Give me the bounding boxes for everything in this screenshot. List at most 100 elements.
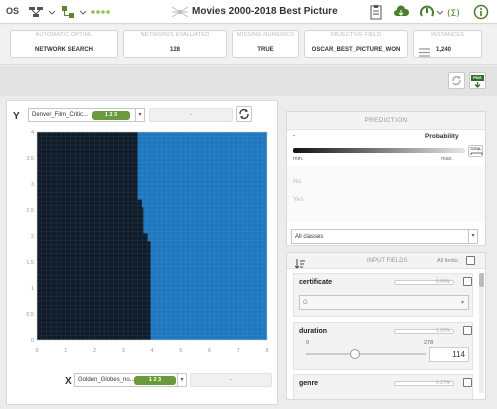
clipboard-icon[interactable] — [368, 4, 384, 20]
field-checkbox[interactable] — [463, 378, 472, 387]
x-field-name: Golden_Globes_no... — [78, 377, 135, 383]
metric-label: MISSING NUMERICS — [236, 32, 295, 38]
heatmap-chart[interactable]: 0 1 2 3 4 5 6 7 8 0 0.5 1 1.5 2 2.5 3 3.5 4 — [7, 101, 279, 371]
field-name: certificate — [299, 279, 333, 286]
png-label: PNG — [473, 75, 482, 80]
field-checkbox[interactable] — [463, 277, 472, 286]
download-cloud-icon[interactable] — [393, 4, 410, 20]
field-name: duration — [299, 328, 327, 335]
slider-min: 0 — [306, 340, 310, 346]
all-fields-checkbox[interactable] — [466, 256, 475, 265]
field-name: genre — [299, 380, 319, 387]
chevron-down-icon: ▾ — [177, 374, 186, 386]
chevron-down-icon: ▾ — [468, 230, 477, 243]
top-toolbar: OS Movies 2000-2018 Best Picture (Σ) — [0, 0, 497, 24]
prediction-value: - — [293, 133, 296, 140]
y-tick-label: 2.5 — [26, 208, 34, 214]
metric-value: 128 — [169, 47, 180, 53]
x-field-select[interactable]: Golden_Globes_no... 1 2 3 ▾ — [74, 373, 187, 387]
duration-slider-track[interactable] — [306, 349, 426, 359]
chart-panel: Y Denver_Film_Critic... 1 2 3 ▾ - 012345… — [6, 100, 278, 405]
metric-missing-numerics: MISSING NUMERICS TRUE — [232, 30, 299, 58]
deepnet-icon — [170, 4, 190, 20]
scrollbar-thumb[interactable] — [479, 273, 484, 287]
chevron-down-icon[interactable] — [78, 4, 88, 20]
summary-metrics: AUTOMATIC OPTIML NETWORK SEARCH NETWORKS… — [0, 25, 497, 65]
x-tick-label: 2 — [93, 348, 96, 354]
metric-label: INSTANCES — [431, 32, 464, 38]
duration-slider-thumb[interactable] — [350, 349, 361, 359]
dots-icon — [90, 4, 112, 20]
x-field-type-pill: 1 2 3 — [134, 376, 176, 385]
x-tick-label: 8 — [265, 348, 268, 354]
x-axis-label: X — [65, 376, 72, 387]
all-fields-label: All fields: — [437, 258, 460, 264]
total-toggle[interactable]: TOTAL — [468, 145, 483, 157]
network-icon[interactable] — [28, 4, 44, 20]
metric-instances: INSTANCES 1,240 — [413, 30, 482, 58]
x-secondary-field: - — [190, 373, 272, 387]
class-no: No — [293, 178, 302, 185]
input-fields-header: INPUT FIELDS All fields: — [287, 253, 485, 269]
x-tick-label: 6 — [208, 348, 211, 354]
y-tick-label: 0.5 — [26, 312, 34, 318]
metric-networks-evaluated: NETWORKS EVALUATED 128 — [123, 30, 227, 58]
y-tick-label: 4 — [31, 130, 34, 136]
list-icon — [419, 44, 430, 62]
max-label: max. — [441, 156, 453, 162]
probability-label: Probability — [425, 133, 459, 140]
png-export-button[interactable]: PNG — [469, 72, 486, 89]
total-icon — [470, 152, 483, 155]
y-tick-label: 3.5 — [26, 156, 34, 162]
x-tick-label: 0 — [35, 348, 38, 354]
duration-input[interactable]: 114 — [429, 347, 469, 362]
x-tick-label: 7 — [237, 348, 240, 354]
refresh-button[interactable] — [448, 72, 465, 89]
y-tick-label: 2 — [31, 234, 34, 240]
y-tick-label: 3 — [31, 182, 34, 188]
x-tick-label: 4 — [150, 348, 153, 354]
chevron-down-icon[interactable] — [435, 4, 445, 20]
slider-max: 278 — [424, 340, 434, 346]
metric-automatic-optiml: AUTOMATIC OPTIML NETWORK SEARCH — [10, 30, 118, 58]
probability-gradient — [293, 148, 465, 153]
y-tick-label: 1.5 — [26, 260, 34, 266]
importance-pct: 1.02% — [436, 328, 451, 334]
actions-icon[interactable] — [419, 4, 435, 20]
info-icon[interactable] — [473, 4, 489, 20]
min-label: min. — [293, 156, 304, 162]
input-fields-title: INPUT FIELDS — [367, 258, 408, 264]
action-strip — [0, 66, 497, 96]
page-title: Movies 2000-2018 Best Picture — [192, 6, 338, 17]
svg-text:(Σ): (Σ) — [447, 9, 460, 19]
certificate-select[interactable]: G ▾ — [299, 295, 469, 310]
formula-icon[interactable]: (Σ) — [446, 4, 466, 20]
metric-value: OSCAR_BEST_PICTURE_WON — [311, 47, 401, 53]
field-checkbox[interactable] — [463, 326, 472, 335]
metric-label: AUTOMATIC OPTIML — [35, 32, 93, 38]
chevron-down-icon[interactable] — [47, 4, 57, 20]
certificate-value: G — [303, 300, 308, 306]
prediction-panel: PREDICTION - Probability min. max. TOTAL… — [286, 111, 486, 246]
class-list: No Yes — [287, 166, 485, 222]
hierarchy-icon[interactable] — [60, 4, 76, 20]
metric-label: NETWORKS EVALUATED — [140, 32, 210, 38]
x-tick-label: 1 — [64, 348, 67, 354]
classes-select[interactable]: All classes ▾ — [291, 229, 478, 244]
refresh-icon — [452, 75, 461, 86]
classes-select-value: All classes — [295, 234, 324, 240]
metric-value: NETWORK SEARCH — [35, 47, 93, 53]
prediction-header: PREDICTION — [287, 112, 485, 130]
metric-objective-field: OBJECTIVE FIELD OSCAR_BEST_PICTURE_WON — [304, 30, 408, 58]
metric-value: 1,240 — [436, 47, 452, 53]
chevron-down-icon: ▾ — [460, 300, 464, 306]
sort-icon[interactable] — [294, 256, 305, 274]
field-genre: genre 0.27% — [293, 374, 473, 399]
x-tick-label: 5 — [179, 348, 182, 354]
scrollbar[interactable] — [479, 273, 484, 393]
metric-value: TRUE — [257, 47, 274, 53]
field-certificate: certificate 0.84% G ▾ — [293, 273, 473, 317]
importance-pct: 0.84% — [436, 279, 451, 285]
metric-label: OBJECTIVE FIELD — [330, 32, 382, 38]
field-duration: duration 1.02% 0 278 114 — [293, 322, 473, 370]
